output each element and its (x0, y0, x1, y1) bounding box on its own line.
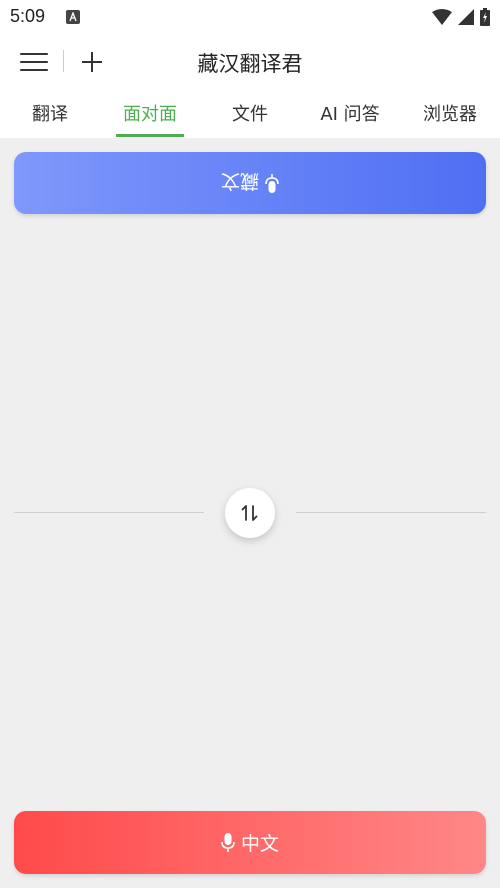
swap-languages-button[interactable] (225, 488, 275, 538)
swap-vertical-icon (241, 505, 258, 521)
tab-bar: 翻译 面对面 文件 AI 问答 浏览器 (0, 90, 500, 138)
signal-icon (458, 9, 474, 25)
microphone-icon (265, 174, 279, 193)
battery-icon (480, 8, 490, 26)
tab-face-to-face[interactable]: 面对面 (116, 100, 184, 138)
app-bar: 藏汉翻译君 (0, 34, 500, 90)
divider-left (14, 512, 204, 513)
tibetan-button-label: 藏文 (221, 170, 260, 193)
active-tab-indicator (116, 134, 184, 137)
app-bar-divider (63, 50, 64, 72)
hamburger-menu-icon[interactable] (20, 50, 48, 74)
chinese-button-label: 中文 (240, 833, 279, 855)
plus-icon[interactable] (80, 50, 104, 74)
microphone-icon (221, 832, 235, 852)
wifi-icon (432, 9, 452, 25)
divider-right (296, 512, 486, 513)
notification-app-icon (66, 10, 80, 24)
tab-translate[interactable]: 翻译 (16, 100, 84, 138)
status-bar: 5:09 (0, 0, 500, 34)
tab-browser[interactable]: 浏览器 (414, 100, 486, 138)
tibetan-speak-button[interactable]: 藏文 (14, 152, 486, 214)
chinese-speak-button[interactable]: 中文 (14, 811, 486, 874)
app-title: 藏汉翻译君 (197, 52, 303, 76)
status-icons (432, 8, 490, 26)
tab-ai-qa[interactable]: AI 问答 (306, 100, 394, 138)
status-time: 5:09 (10, 6, 46, 26)
tab-file[interactable]: 文件 (216, 100, 284, 138)
